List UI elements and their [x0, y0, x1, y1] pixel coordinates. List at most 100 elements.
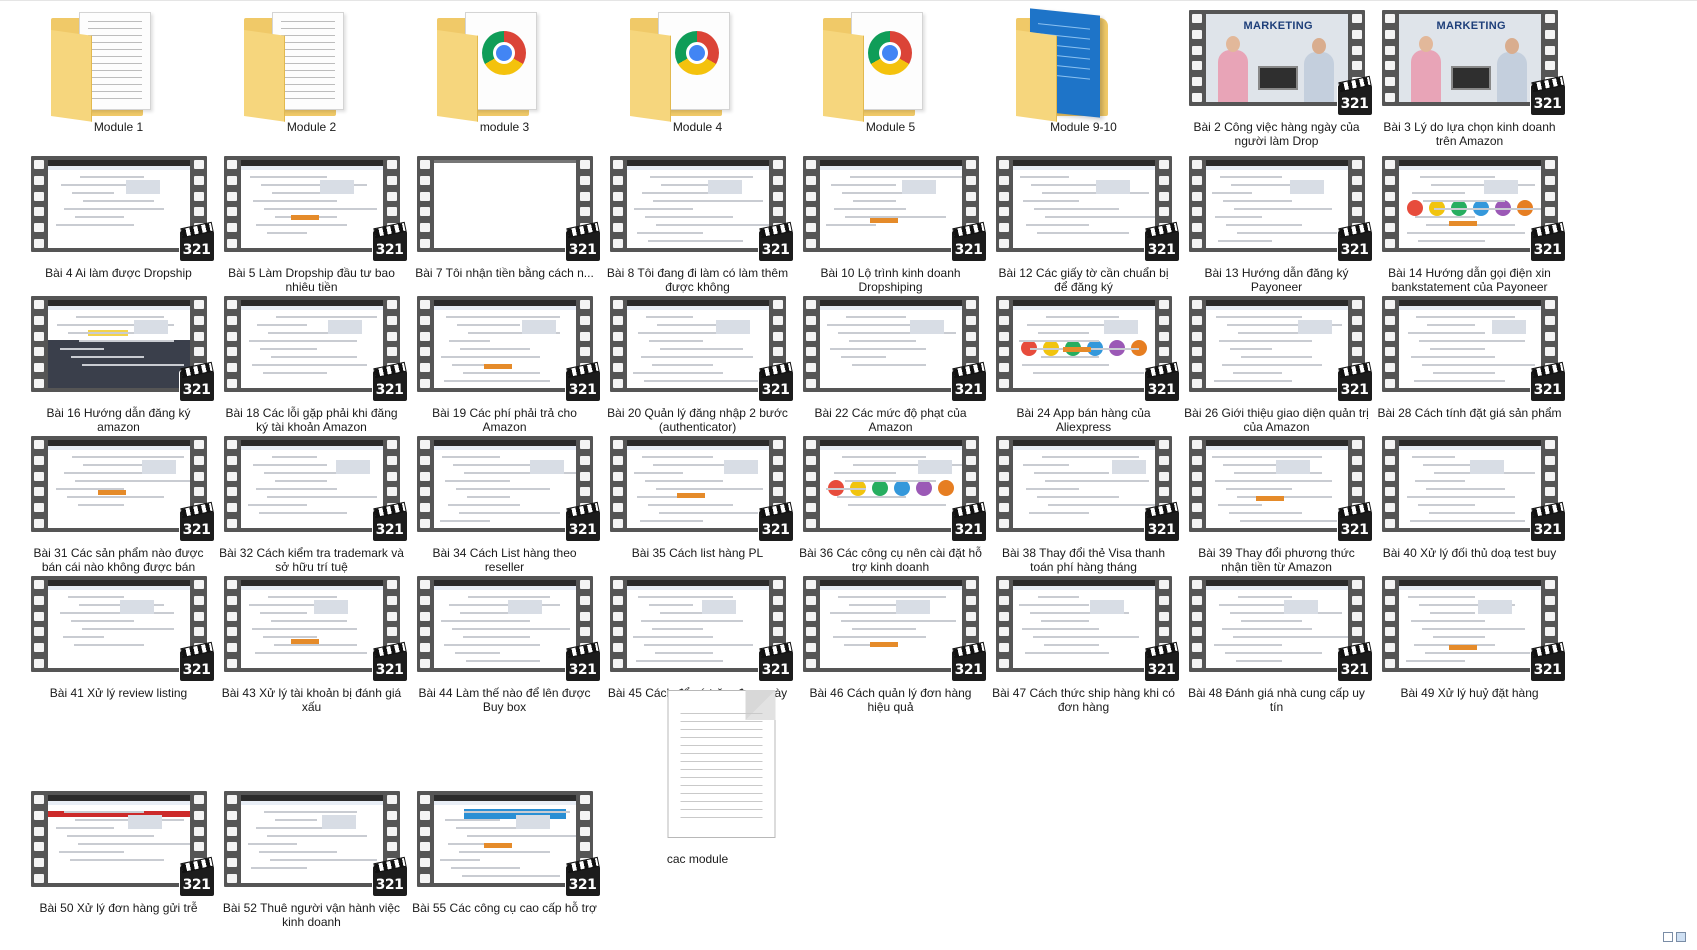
media-player-classic-icon: 321	[950, 361, 987, 402]
video-thumbnail: 321	[1381, 156, 1566, 262]
film-perforations	[998, 300, 1009, 388]
video-file-item[interactable]: 321 Bài 7 Tôi nhận tiền bằng cách n...	[408, 150, 601, 280]
media-player-classic-icon: 321	[371, 856, 408, 897]
video-thumbnail: 321	[609, 296, 794, 402]
video-file-item[interactable]: 321 Bài 13 Hướng dẫn đăng ký Payoneer	[1180, 150, 1373, 294]
badge-text: 321	[954, 662, 983, 678]
video-file-item[interactable]: 321 Bài 41 Xử lý review listing	[22, 570, 215, 700]
video-thumbnail: 321	[802, 296, 987, 402]
video-thumbnail: 321	[1381, 576, 1566, 682]
video-file-item[interactable]: 321 Bài 40 Xử lý đối thủ doạ test buy	[1373, 430, 1566, 560]
video-file-item[interactable]: 321 Bài 19 Các phí phải trả cho Amazon	[408, 290, 601, 434]
video-file-item[interactable]: 321 Bài 35 Cách list hàng PL	[601, 430, 794, 560]
file-item[interactable]: cac module	[601, 690, 794, 866]
video-thumbnail: 321	[1188, 576, 1373, 682]
chrome-icon	[867, 31, 912, 75]
file-name-label: Bài 2 Công việc hàng ngày của người làm …	[1193, 120, 1360, 148]
video-file-item[interactable]: 321 Bài 14 Hướng dẫn gọi điện xin banksta…	[1373, 150, 1566, 294]
media-player-classic-icon: 321	[1336, 75, 1373, 116]
video-thumbnail: 321	[416, 576, 601, 682]
film-perforations	[998, 440, 1009, 528]
media-player-classic-icon: 321	[1143, 221, 1180, 262]
video-file-item[interactable]: 321 Bài 44 Làm thế nào để lên được Buy bo…	[408, 570, 601, 714]
film-perforations	[1384, 580, 1395, 668]
badge-text: 321	[1340, 662, 1369, 678]
video-file-item[interactable]: 321 Bài 10 Lộ trình kinh doanh Dropshipin…	[794, 150, 987, 294]
video-file-item[interactable]: 321 Bài 43 Xử lý tài khoản bị đánh giá xấ…	[215, 570, 408, 714]
video-file-item[interactable]: 321 Bài 28 Cách tính đặt giá sản phẩm	[1373, 290, 1566, 420]
video-file-item[interactable]: 321 Bài 39 Thay đổi phương thức nhận tiền…	[1180, 430, 1373, 574]
video-file-item[interactable]: 321 Bài 50 Xử lý đơn hàng gửi trễ	[22, 785, 215, 915]
file-name-label: Module 5	[865, 120, 916, 134]
folder-item[interactable]: Module 2	[215, 4, 408, 134]
media-player-classic-icon: 321	[1529, 221, 1566, 262]
media-player-classic-icon: 321	[1336, 221, 1373, 262]
film-perforations	[1384, 14, 1395, 102]
video-file-item[interactable]: 321 Bài 32 Cách kiểm tra trademark và sở …	[215, 430, 408, 574]
video-file-item[interactable]: 321 Bài 55 Các công cụ cao cấp hỗ trợ	[408, 785, 601, 915]
video-thumbnail: MARKETING 321	[1381, 10, 1566, 116]
media-player-classic-icon: 321	[178, 641, 215, 682]
folder-item[interactable]: Module 5	[794, 4, 987, 134]
video-file-item[interactable]: 321 Bài 31 Các sản phẩm nào được bán cái …	[22, 430, 215, 574]
video-file-item[interactable]: 321 Bài 20 Quản lý đăng nhập 2 bước (auth…	[601, 290, 794, 434]
media-player-classic-icon: 321	[371, 221, 408, 262]
video-file-item[interactable]: MARKETING 321 Bài 2 Công việc hàng ngày củ…	[1180, 4, 1373, 148]
video-file-item[interactable]: 321 Bài 22 Các mức độ phạt của Amazon	[794, 290, 987, 434]
video-file-item[interactable]: 321 Bài 48 Đánh giá nhà cung cấp uy tín	[1180, 570, 1373, 714]
badge-text: 321	[761, 242, 790, 258]
media-player-classic-icon: 321	[371, 361, 408, 402]
video-file-item[interactable]: 321 Bài 34 Cách List hàng theo reseller	[408, 430, 601, 574]
video-file-item[interactable]: 321 Bài 38 Thay đổi thẻ Visa thanh toán p…	[987, 430, 1180, 574]
media-player-classic-icon: 321	[178, 501, 215, 542]
folder-item[interactable]: Module 4	[601, 4, 794, 134]
video-thumbnail: 321	[609, 156, 794, 262]
badge-text: 321	[375, 662, 404, 678]
film-perforations	[33, 160, 44, 248]
badge-text: 321	[375, 877, 404, 893]
badge-text: 321	[1147, 662, 1176, 678]
media-player-classic-icon: 321	[564, 221, 601, 262]
video-file-item[interactable]: 321 Bài 24 App bán hàng của Aliexpress	[987, 290, 1180, 434]
video-preview	[819, 160, 962, 248]
video-file-item[interactable]: 321 Bài 12 Các giấy tờ cần chuẩn bị để đă…	[987, 150, 1180, 294]
video-file-item[interactable]: 321 Bài 5 Làm Dropship đầu tư bao nhiêu t…	[215, 150, 408, 294]
video-file-item[interactable]: MARKETING 321 Bài 3 Lý do lựa chọn kinh do…	[1373, 4, 1566, 148]
video-file-item[interactable]: 321 Bài 18 Các lỗi gặp phải khi đăng ký t…	[215, 290, 408, 434]
video-file-item[interactable]: 321 Bài 36 Các công cụ nên cài đặt hỗ trợ…	[794, 430, 987, 574]
view-toggle[interactable]	[1663, 932, 1691, 946]
file-name-label: Bài 50 Xử lý đơn hàng gửi trễ	[39, 901, 198, 915]
file-name-label: Bài 28 Cách tính đặt giá sản phẩm	[1377, 406, 1562, 420]
file-name-label: Module 2	[286, 120, 337, 134]
video-file-item[interactable]: 321 Bài 16 Hướng dẫn đăng ký amazon	[22, 290, 215, 434]
film-perforations	[805, 160, 816, 248]
details-view-icon[interactable]	[1663, 932, 1673, 942]
video-preview	[819, 440, 962, 528]
media-player-classic-icon: 321	[1529, 641, 1566, 682]
badge-text: 321	[568, 522, 597, 538]
video-file-item[interactable]: 321 Bài 8 Tôi đang đi làm có làm thêm đượ…	[601, 150, 794, 294]
media-player-classic-icon: 321	[371, 641, 408, 682]
video-preview	[626, 300, 769, 388]
video-preview	[240, 795, 383, 883]
video-file-item[interactable]: 321Bài 45 Cách để có trăm đơn ngày	[601, 570, 794, 700]
video-file-item[interactable]: 321 Bài 47 Cách thức ship hàng khi có đơn…	[987, 570, 1180, 714]
folder-item[interactable]: Module 1	[22, 4, 215, 134]
folder-item[interactable]: Module 9-10	[987, 4, 1180, 134]
large-icons-view-icon[interactable]	[1676, 932, 1686, 942]
video-file-item[interactable]: 321 Bài 26 Giới thiệu giao diện quản trị …	[1180, 290, 1373, 434]
film-perforations	[612, 440, 623, 528]
folder-item[interactable]: module 3	[408, 4, 601, 134]
video-preview	[240, 440, 383, 528]
video-file-item[interactable]: 321 Bài 46 Cách quản lý đơn hàng hiệu quả	[794, 570, 987, 714]
video-file-item[interactable]: 321 Bài 49 Xử lý huỷ đặt hàng	[1373, 570, 1566, 700]
video-preview	[1398, 440, 1541, 528]
video-preview	[47, 795, 190, 883]
film-perforations	[419, 580, 430, 668]
video-file-item[interactable]: 321 Bài 4 Ai làm được Dropship	[22, 150, 215, 280]
folder-icon	[31, 10, 207, 122]
video-file-item[interactable]: 321 Bài 52 Thuê người vận hành việc kinh …	[215, 785, 408, 929]
video-preview	[433, 580, 576, 668]
film-perforations	[226, 160, 237, 248]
video-preview	[1012, 440, 1155, 528]
